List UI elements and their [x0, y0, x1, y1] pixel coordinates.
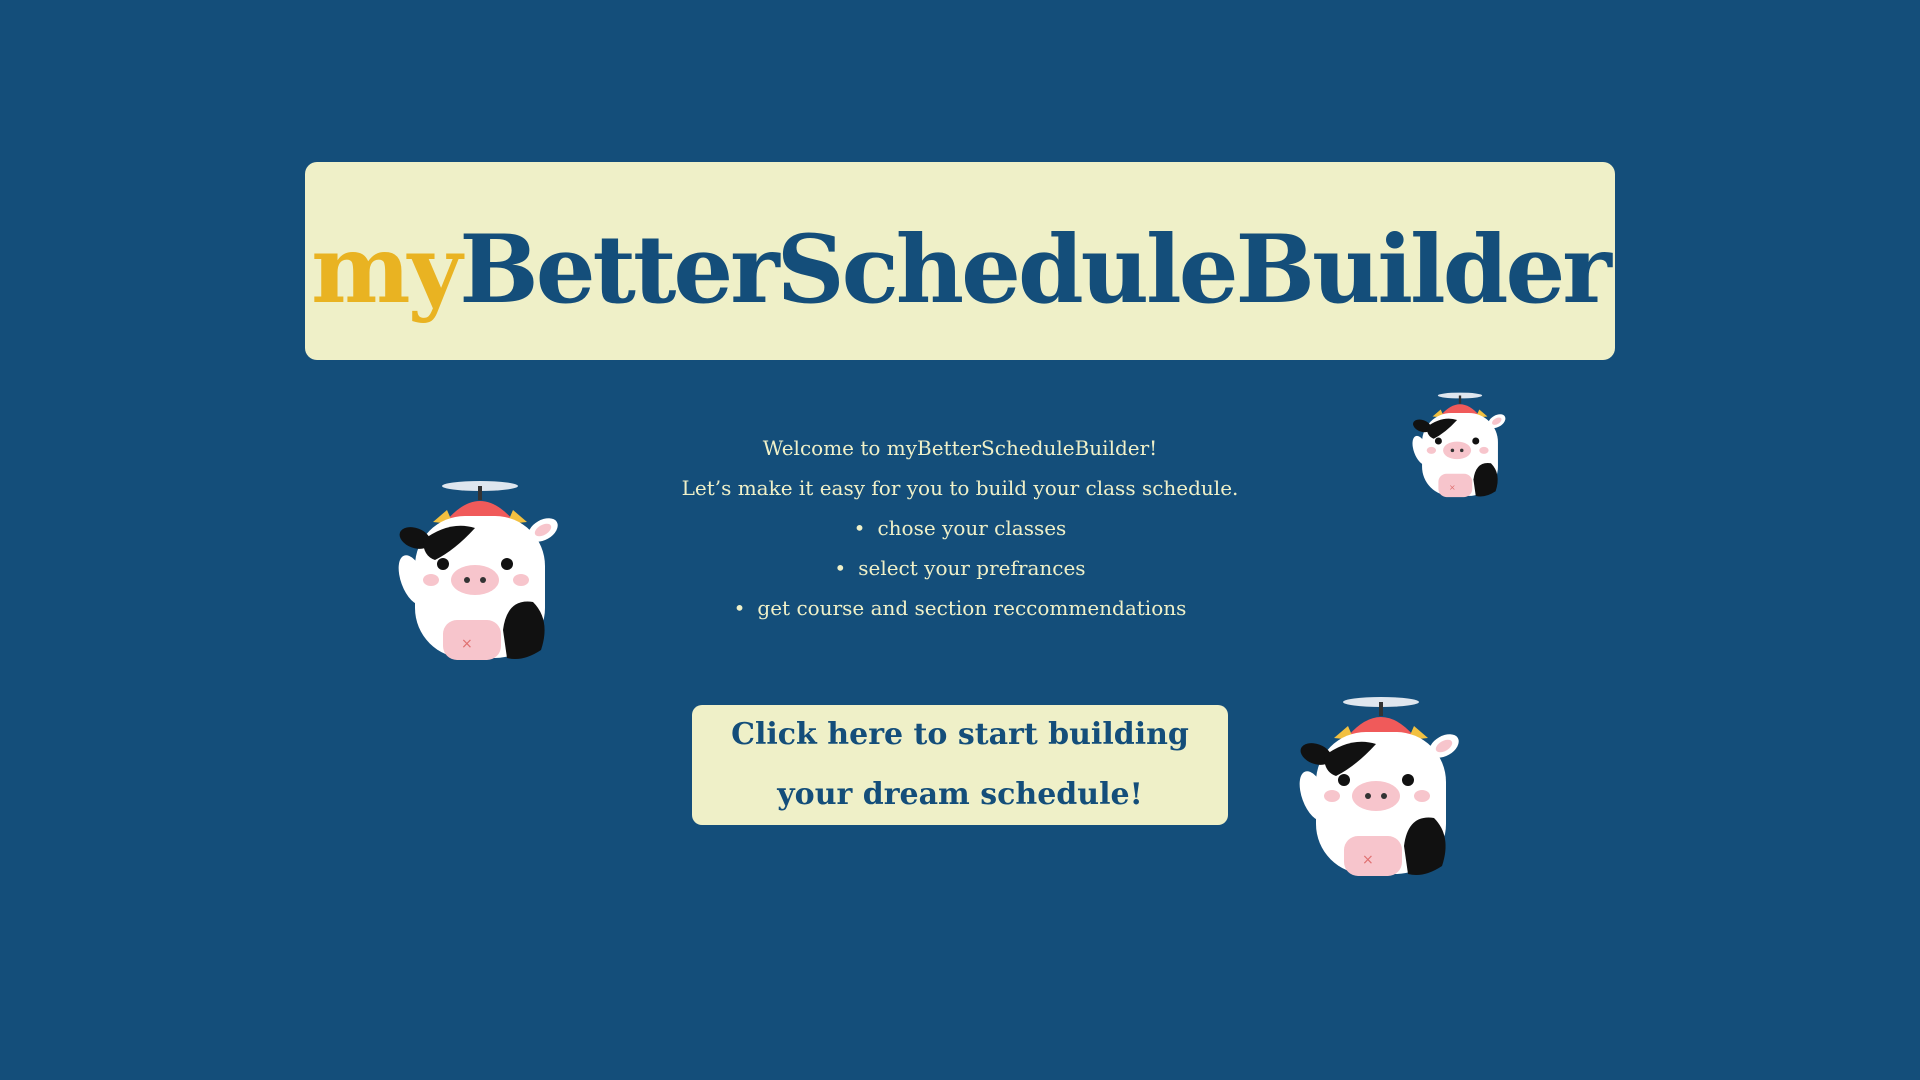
title-main: BetterScheduleBuilder	[459, 215, 1612, 325]
intro-section: Welcome to myBetterScheduleBuilder! Let’…	[560, 428, 1360, 628]
propeller-hat-cow-icon	[1410, 392, 1510, 500]
feature-item: chose your classes	[560, 508, 1360, 548]
svg-text:×: ×	[461, 636, 473, 652]
title-banner: myBetterScheduleBuilder	[305, 162, 1615, 360]
start-building-button[interactable]: Click here to start building your dream …	[692, 705, 1228, 825]
tagline-text: Let’s make it easy for you to build your…	[681, 476, 1239, 500]
feature-list: chose your classes select your prefrance…	[560, 508, 1360, 628]
title-prefix: my	[311, 215, 462, 325]
welcome-text: Welcome to myBetterScheduleBuilder!	[762, 436, 1158, 460]
app-title: myBetterScheduleBuilder	[311, 223, 1612, 317]
propeller-hat-cow-icon	[1296, 696, 1466, 881]
propeller-hat-cow-icon: ×	[395, 480, 565, 665]
feature-item: get course and section reccommendations	[560, 588, 1360, 628]
feature-item: select your prefrances	[560, 548, 1360, 588]
